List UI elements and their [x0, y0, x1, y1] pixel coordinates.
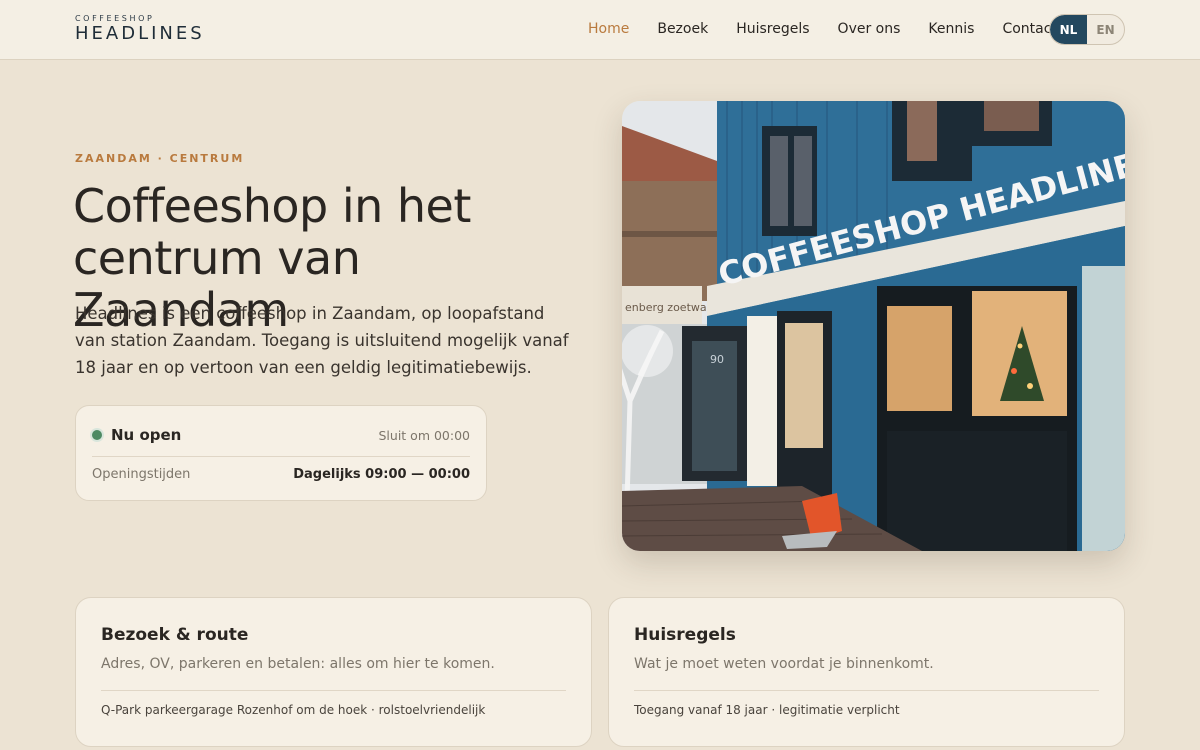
card-subtitle: Adres, OV, parkeren en betalen: alles om… — [101, 656, 495, 672]
house-number-text: 90 — [710, 353, 724, 366]
brand-logo-main: HEADLINES — [75, 23, 205, 44]
opening-hours-value: Dagelijks 09:00 — 00:00 — [293, 467, 470, 482]
status-dot-icon — [92, 430, 102, 440]
storefront-photo: enberg zoetwaren COFFEESHOP HEADLINES 90 — [622, 101, 1125, 551]
hero-lead: Headlines is een coffeeshop in Zaandam, … — [75, 304, 569, 377]
card-title: Bezoek & route — [101, 625, 249, 645]
closing-time: Sluit om 00:00 — [378, 427, 471, 443]
open-status-label: Nu open — [111, 426, 182, 444]
nav-item-home[interactable]: Home — [588, 20, 629, 38]
main-nav: Home Bezoek Huisregels Over ons Kennis C… — [588, 20, 1085, 38]
house-rules-card[interactable]: Huisregels Wat je moet weten voordat je … — [608, 597, 1125, 747]
card-subtitle: Wat je moet weten voordat je binnenkomt. — [634, 656, 934, 672]
opening-hours-label: Openingstijden — [92, 467, 191, 482]
nav-item-bezoek[interactable]: Bezoek — [657, 20, 708, 38]
opening-status-card: Nu open Sluit om 00:00 Openingstijden Da… — [75, 405, 487, 501]
site-header: COFFEESHOP HEADLINES Home Bezoek Huisreg… — [0, 0, 1200, 60]
location-eyebrow: ZAANDAM · CENTRUM — [75, 152, 245, 165]
card-meta: Q-Park parkeergarage Rozenhof om de hoek… — [101, 703, 486, 717]
card-title: Huisregels — [634, 625, 736, 645]
nav-item-over-ons[interactable]: Over ons — [838, 20, 901, 38]
card-meta: Toegang vanaf 18 jaar · legitimatie verp… — [634, 703, 900, 717]
card-divider — [101, 690, 566, 691]
brand-logo[interactable]: COFFEESHOP HEADLINES — [75, 14, 205, 44]
visit-route-card[interactable]: Bezoek & route Adres, OV, parkeren en be… — [75, 597, 592, 747]
language-nl-button[interactable]: NL — [1050, 15, 1087, 44]
language-en-button[interactable]: EN — [1087, 15, 1124, 44]
status-divider — [92, 456, 470, 457]
nav-item-huisregels[interactable]: Huisregels — [736, 20, 809, 38]
language-switcher: NL EN — [1049, 14, 1125, 45]
nav-item-kennis[interactable]: Kennis — [928, 20, 974, 38]
card-divider — [634, 690, 1099, 691]
